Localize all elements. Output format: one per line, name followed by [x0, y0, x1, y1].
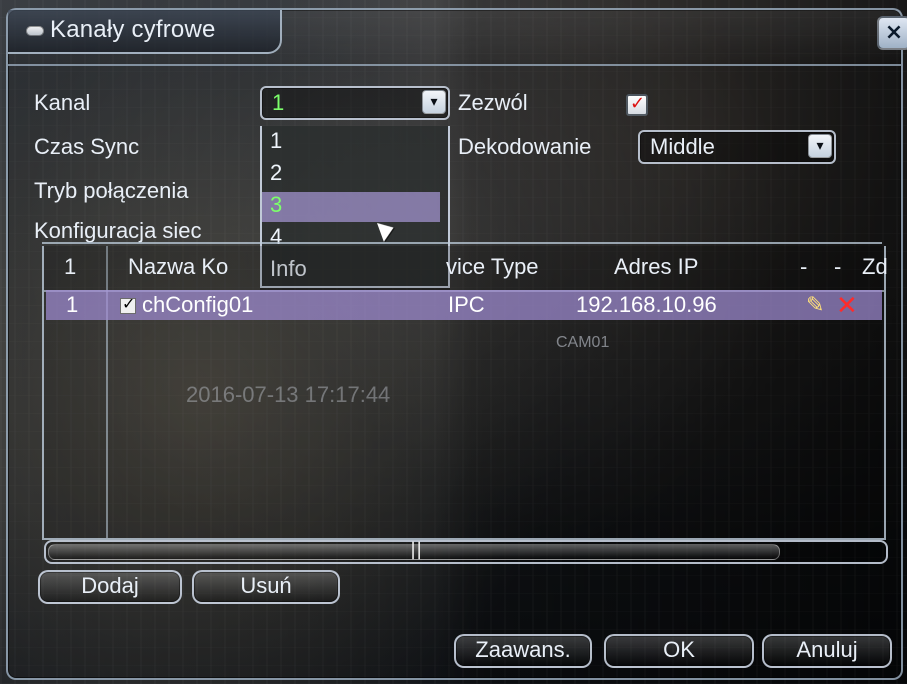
titlebar: Kanały cyfrowe ×	[8, 10, 907, 66]
table-header: 1 Nazwa Ko vice Type Adres IP - - Zd	[44, 246, 888, 292]
scrollbar-grip-icon: ||	[410, 539, 423, 560]
header-ip: Adres IP	[614, 254, 699, 279]
edit-icon[interactable]: ✎	[806, 293, 824, 318]
ok-button[interactable]: OK	[604, 634, 754, 668]
dekodowanie-label: Dekodowanie	[458, 134, 592, 159]
tryb-polaczenia-label: Tryb połączenia	[34, 178, 189, 203]
chevron-down-icon: ▾	[422, 90, 446, 114]
channels-table: 1 Nazwa Ko vice Type Adres IP - - Zd 1 c…	[42, 246, 888, 540]
row-check-icon[interactable]	[120, 294, 136, 314]
horizontal-scrollbar[interactable]: ||	[44, 539, 888, 564]
window-title: Kanały cyfrowe	[26, 16, 216, 44]
header-index: 1	[64, 254, 77, 279]
konfiguracja-label: Konfiguracja siec	[34, 218, 202, 243]
title-icon	[26, 25, 44, 36]
row-index: 1	[66, 292, 79, 317]
dropdown-option-1[interactable]: 1	[270, 128, 282, 154]
chevron-down-icon: ▾	[808, 134, 832, 158]
cancel-button[interactable]: Anuluj	[762, 634, 892, 668]
delete-icon[interactable]: ✕	[836, 291, 858, 321]
kanal-select[interactable]: 1 ▾	[260, 86, 450, 120]
dekodowanie-select[interactable]: Middle ▾	[638, 130, 836, 164]
table-row[interactable]: 1 chConfig01 IPC 192.168.10.96 ✎ ✕	[46, 290, 882, 321]
header-dash-1: -	[800, 254, 808, 279]
kanal-label: Kanal	[34, 90, 91, 115]
dekodowanie-select-value: Middle	[650, 134, 715, 159]
close-button[interactable]: ×	[877, 16, 907, 50]
advanced-button[interactable]: Zaawans.	[454, 634, 592, 668]
row-name: chConfig01	[120, 292, 253, 318]
add-button[interactable]: Dodaj	[38, 570, 182, 604]
title-tab: Kanały cyfrowe	[8, 10, 282, 54]
header-name: Nazwa Ko	[128, 254, 229, 279]
timestamp-overlay: 2016-07-13 17:17:44	[186, 382, 391, 407]
kanal-select-value: 1	[272, 90, 285, 115]
header-dash-2: -	[834, 254, 842, 279]
dropdown-option-2[interactable]: 2	[270, 160, 282, 186]
row-type: IPC	[448, 292, 485, 317]
dropdown-option-3[interactable]: 3	[262, 192, 440, 222]
zezwol-label: Zezwól	[458, 90, 528, 115]
remove-button[interactable]: Usuń	[192, 570, 340, 604]
camera-label: CAM01	[556, 334, 610, 351]
row-ip: 192.168.10.96	[576, 292, 717, 317]
header-device-type: vice Type	[446, 254, 539, 279]
section-divider	[42, 242, 882, 244]
czas-sync-label: Czas Sync	[34, 134, 140, 159]
digital-channels-dialog: Kanały cyfrowe × Kanal 1 ▾ Zezwól Czas S…	[6, 8, 907, 680]
zezwol-checkbox[interactable]	[626, 93, 648, 116]
header-status: Zd	[862, 254, 888, 279]
